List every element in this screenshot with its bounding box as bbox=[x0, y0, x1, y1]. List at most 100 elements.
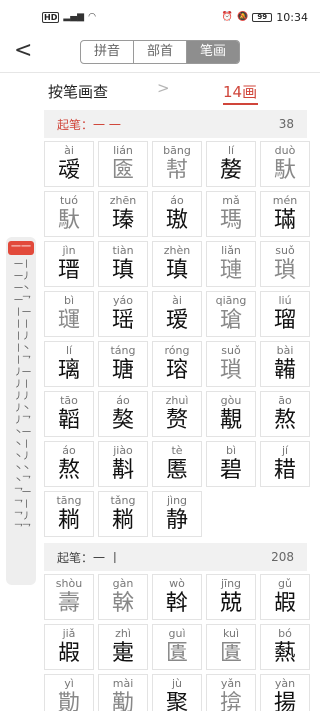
character-cell[interactable]: kuì 匱 bbox=[206, 624, 256, 670]
character-glyph: 瑣 bbox=[219, 358, 242, 383]
character-pinyin: tiàn bbox=[112, 244, 134, 257]
section-header: 起笔：一 一 38 bbox=[44, 110, 307, 138]
character-glyph: 勩 bbox=[57, 691, 80, 711]
character-glyph: 嘏 bbox=[273, 591, 296, 616]
character-pinyin: jìn bbox=[62, 244, 76, 257]
character-cell[interactable]: gǔ 嘏 bbox=[260, 574, 310, 620]
character-cell[interactable]: áo 獒 bbox=[98, 391, 148, 437]
character-cell[interactable]: jiǎ 嘏 bbox=[44, 624, 94, 670]
character-cell[interactable]: jìn 瑨 bbox=[44, 241, 94, 287]
character-cell[interactable]: róng 瑢 bbox=[152, 341, 202, 387]
character-list[interactable]: 起笔：一 一 38 ài 叆 lián 匳 bāng 幇 lí 嫠 duò 馱 tuó 馱 zhēn 瑧 áo 璈… bbox=[0, 110, 320, 711]
character-pinyin: tāo bbox=[60, 394, 78, 407]
stroke-index-active[interactable]: 一一 bbox=[8, 241, 34, 255]
character-glyph: 斠 bbox=[111, 458, 134, 483]
character-pinyin: wò bbox=[169, 577, 185, 590]
character-cell[interactable]: mǎ 瑪 bbox=[206, 191, 256, 237]
character-glyph: 聚 bbox=[165, 691, 188, 711]
character-cell[interactable]: zhì 疐 bbox=[98, 624, 148, 670]
character-cell[interactable]: liǎn 璉 bbox=[206, 241, 256, 287]
chevron-right-icon: > bbox=[157, 79, 170, 97]
character-cell[interactable]: lí 嫠 bbox=[206, 141, 256, 187]
character-glyph: 瑶 bbox=[111, 308, 134, 333]
character-pinyin: bì bbox=[225, 444, 237, 457]
character-pinyin: gòu bbox=[220, 394, 242, 407]
character-cell[interactable]: zhēn 瑧 bbox=[98, 191, 148, 237]
character-glyph: 瑧 bbox=[111, 208, 134, 233]
tab-stroke[interactable]: 笔画 bbox=[187, 41, 239, 63]
character-pinyin: zhì bbox=[115, 627, 131, 640]
character-cell[interactable]: jù 聚 bbox=[152, 674, 202, 711]
character-cell[interactable]: yàn 揚 bbox=[260, 674, 310, 711]
character-cell[interactable]: mài 勱 bbox=[98, 674, 148, 711]
character-cell[interactable]: yǎn 揜 bbox=[206, 674, 256, 711]
character-cell[interactable]: qiāng 瑲 bbox=[206, 291, 256, 337]
character-pinyin: tè bbox=[171, 444, 183, 457]
character-cell[interactable]: zhèn 瑱 bbox=[152, 241, 202, 287]
character-cell[interactable]: wò 斡 bbox=[152, 574, 202, 620]
character-cell[interactable]: ài 叆 bbox=[44, 141, 94, 187]
character-cell[interactable]: áo 璈 bbox=[152, 191, 202, 237]
character-cell[interactable]: bì 碧 bbox=[206, 441, 256, 487]
alarm-icon: ⏰ bbox=[221, 12, 234, 22]
character-cell[interactable]: tuó 馱 bbox=[44, 191, 94, 237]
tab-radical[interactable]: 部首 bbox=[134, 41, 187, 63]
character-cell[interactable]: jīng 兢 bbox=[206, 574, 256, 620]
character-cell[interactable]: gàn 榦 bbox=[98, 574, 148, 620]
character-cell[interactable]: zhuì 赘 bbox=[152, 391, 202, 437]
character-cell[interactable]: tāng 耥 bbox=[44, 491, 94, 537]
character-glyph: 爇 bbox=[273, 641, 296, 666]
section-header: 起笔：一 丨 208 bbox=[44, 543, 307, 571]
character-cell[interactable]: lián 匳 bbox=[98, 141, 148, 187]
character-glyph: 碧 bbox=[219, 458, 242, 483]
signal-icon: ▂▄▆ bbox=[63, 12, 85, 22]
character-pinyin: gàn bbox=[112, 577, 134, 590]
character-pinyin: guì bbox=[168, 627, 186, 640]
stroke-count-underline bbox=[223, 103, 258, 105]
back-icon[interactable]: < bbox=[14, 40, 34, 64]
character-cell[interactable]: tè 慝 bbox=[152, 441, 202, 487]
character-cell[interactable]: yáo 瑶 bbox=[98, 291, 148, 337]
stroke-index-sidebar[interactable]: 一一 一丨一丿一丶一乛丨一丨丨丨丿丨丶丨乛丿一丿丨丿丿丿丶丿乛丶一丶丨丶丿丶丶丶… bbox=[6, 237, 36, 585]
character-glyph: 馱 bbox=[273, 158, 296, 183]
character-glyph: 瑭 bbox=[111, 358, 134, 383]
character-cell[interactable]: bāng 幇 bbox=[152, 141, 202, 187]
character-pinyin: suǒ bbox=[275, 244, 295, 257]
character-glyph: 瑱 bbox=[165, 258, 188, 283]
character-cell[interactable]: jiào 斠 bbox=[98, 441, 148, 487]
character-pinyin: lí bbox=[65, 344, 73, 357]
character-glyph: 獒 bbox=[111, 408, 134, 433]
character-cell[interactable]: shòu 壽 bbox=[44, 574, 94, 620]
character-cell[interactable]: tāo 韜 bbox=[44, 391, 94, 437]
character-cell[interactable]: mén 璊 bbox=[260, 191, 310, 237]
character-cell[interactable]: tiàn 瑱 bbox=[98, 241, 148, 287]
character-cell[interactable]: suǒ 瑣 bbox=[206, 341, 256, 387]
character-cell[interactable]: jìng 静 bbox=[152, 491, 202, 537]
stroke-index-list[interactable]: 一丨一丿一丶一乛丨一丨丨丨丿丨丶丨乛丿一丿丨丿丿丿丶丿乛丶一丶丨丶丿丶丶丶乛乛一… bbox=[11, 259, 33, 535]
character-cell[interactable]: bì 璭 bbox=[44, 291, 94, 337]
character-cell[interactable]: gòu 覯 bbox=[206, 391, 256, 437]
tab-pinyin[interactable]: 拼音 bbox=[81, 41, 134, 63]
character-cell[interactable]: ài 瑷 bbox=[152, 291, 202, 337]
character-cell[interactable]: tǎng 耥 bbox=[98, 491, 148, 537]
character-cell[interactable]: liú 瑠 bbox=[260, 291, 310, 337]
character-cell[interactable]: suǒ 瑣 bbox=[260, 241, 310, 287]
character-cell[interactable]: yì 勩 bbox=[44, 674, 94, 711]
character-cell[interactable]: áo 熬 bbox=[44, 441, 94, 487]
stroke-count-selector[interactable]: 14画 bbox=[223, 81, 257, 102]
character-glyph: 耥 bbox=[57, 508, 80, 533]
character-cell[interactable]: duò 馱 bbox=[260, 141, 310, 187]
character-pinyin: zhuì bbox=[165, 394, 189, 407]
character-pinyin: lí bbox=[227, 144, 235, 157]
character-cell[interactable]: bó 爇 bbox=[260, 624, 310, 670]
character-cell[interactable]: āo 熬 bbox=[260, 391, 310, 437]
character-cell[interactable]: táng 瑭 bbox=[98, 341, 148, 387]
section-count: 38 bbox=[278, 117, 294, 131]
character-pinyin: yǎn bbox=[220, 677, 242, 690]
character-pinyin: yáo bbox=[113, 294, 133, 307]
character-cell[interactable]: lí 璃 bbox=[44, 341, 94, 387]
character-cell[interactable]: bài 韛 bbox=[260, 341, 310, 387]
character-cell[interactable]: jí 耤 bbox=[260, 441, 310, 487]
character-pinyin: kuì bbox=[222, 627, 240, 640]
character-cell[interactable]: guì 匱 bbox=[152, 624, 202, 670]
